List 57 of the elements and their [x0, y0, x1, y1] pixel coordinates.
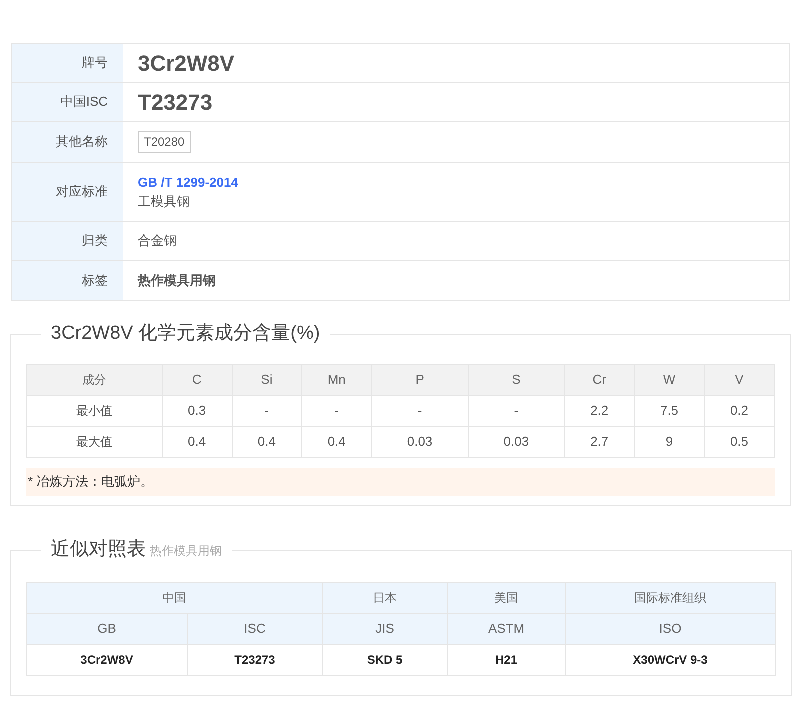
table-cell: 9: [634, 426, 704, 458]
row-label: 中国ISC: [12, 83, 123, 121]
column-header: Mn: [302, 364, 372, 396]
table-cell: -: [468, 396, 565, 426]
table-cell: 0.03: [468, 426, 565, 458]
table-cell: 0.4: [162, 426, 232, 458]
group-header: 日本: [322, 582, 448, 614]
column-header: V: [704, 364, 774, 396]
table-cell: 最大值: [26, 426, 162, 458]
table-cell: 2.7: [564, 426, 635, 458]
column-header: ISC: [188, 614, 322, 644]
column-header: P: [372, 364, 468, 396]
table-cell: -: [302, 396, 372, 426]
column-header: GB: [26, 614, 188, 644]
table-cell: 0.2: [704, 396, 774, 426]
column-header: S: [468, 364, 565, 396]
column-header: JIS: [322, 614, 448, 644]
standard-link[interactable]: GB /T 1299-2014: [138, 172, 238, 192]
column-header: W: [634, 364, 704, 396]
column-header: ASTM: [448, 614, 566, 644]
category-value: 合金钢: [138, 232, 177, 250]
tag-value: 热作模具用钢: [138, 272, 216, 290]
alias-tag: T20280: [138, 131, 191, 153]
section-title: 3Cr2W8V 化学元素成分含量(%): [51, 323, 320, 344]
table-cell: 0.5: [704, 426, 774, 458]
column-header: C: [162, 364, 232, 396]
row-label: 对应标准: [12, 163, 123, 221]
row-label: 牌号: [12, 44, 123, 82]
table-cell: X30WCrV 9-3: [566, 644, 776, 676]
table-cell: -: [232, 396, 302, 426]
table-cell: 7.5: [634, 396, 704, 426]
row-label: 标签: [12, 261, 123, 300]
standard-category: 工模具钢: [138, 193, 191, 211]
table-cell: 0.4: [232, 426, 302, 458]
table-cell: 0.03: [372, 426, 468, 458]
grade-value: 3Cr2W8V: [138, 50, 235, 78]
grade-value: T23273: [138, 88, 213, 116]
table-cell: 3Cr2W8V: [26, 644, 188, 676]
table-cell: H21: [448, 644, 566, 676]
table-cell: 0.4: [302, 426, 372, 458]
table-cell: 0.3: [162, 396, 232, 426]
table-cell: SKD 5: [322, 644, 448, 676]
row-label: 其他名称: [12, 122, 123, 162]
column-header: Cr: [564, 364, 635, 396]
section-subtitle: 热作模具用钢: [150, 543, 222, 560]
table-cell: 2.2: [564, 396, 635, 426]
row-label: 归类: [12, 222, 123, 260]
table-cell: 最小值: [26, 396, 162, 426]
column-header: 成分: [26, 364, 162, 396]
group-header: 国际标准组织: [566, 582, 776, 614]
column-header: ISO: [566, 614, 776, 644]
table-cell: T23273: [188, 644, 322, 676]
table-cell: -: [372, 396, 468, 426]
group-header: 中国: [26, 582, 322, 614]
column-header: Si: [232, 364, 302, 396]
smelting-note: * 冶炼方法：电弧炉。: [26, 468, 775, 496]
section-title: 近似对照表: [51, 538, 146, 562]
